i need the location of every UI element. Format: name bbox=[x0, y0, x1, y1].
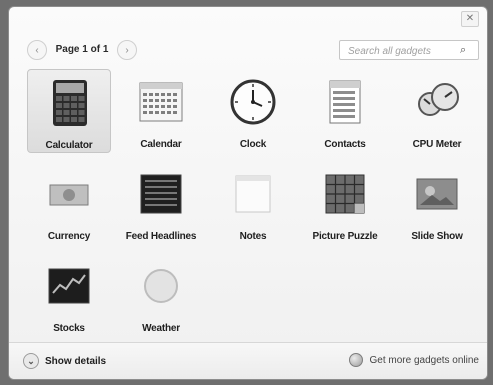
close-button[interactable]: ✕ bbox=[461, 11, 479, 27]
gadget-tile-cpu-meter[interactable]: CPU Meter bbox=[395, 69, 479, 153]
picture-puzzle-icon bbox=[325, 174, 365, 214]
gadget-tile-feed-headlines[interactable]: Feed Headlines bbox=[119, 161, 203, 245]
get-more-gadgets-link[interactable]: Get more gadgets online bbox=[349, 353, 479, 367]
gadget-label: Picture Puzzle bbox=[312, 231, 378, 242]
gadget-label: Feed Headlines bbox=[125, 231, 197, 242]
close-icon: ✕ bbox=[465, 13, 475, 24]
search-icon[interactable]: ⌕ bbox=[460, 42, 474, 58]
gadget-tile-calendar[interactable]: Calendar bbox=[119, 69, 203, 153]
gadget-tile-picture-puzzle[interactable]: Picture Puzzle bbox=[303, 161, 387, 245]
gadget-tile-currency[interactable]: Currency bbox=[27, 161, 111, 245]
currency-icon bbox=[49, 184, 89, 206]
page-label: Page 1 of 1 bbox=[55, 44, 109, 55]
gadget-label: Calendar bbox=[140, 139, 182, 150]
gadget-label: CPU Meter bbox=[412, 139, 462, 150]
calendar-icon bbox=[139, 82, 183, 122]
gadget-tile-weather[interactable]: Weather bbox=[119, 253, 203, 337]
gadget-label: Weather bbox=[142, 323, 180, 334]
chevron-down-icon: ⌄ bbox=[23, 353, 39, 369]
gadget-tile-slide-show[interactable]: Slide Show bbox=[395, 161, 479, 245]
show-details-button[interactable]: ⌄ Show details bbox=[23, 353, 106, 369]
gadget-tile-calculator[interactable]: Calculator bbox=[27, 69, 111, 153]
stocks-icon bbox=[48, 268, 90, 304]
gadget-label: Slide Show bbox=[411, 231, 463, 242]
gadget-label: Stocks bbox=[53, 323, 85, 334]
gadget-gallery-window: ✕ ‹ Page 1 of 1 › ⌕ Calc bbox=[8, 6, 488, 380]
contacts-icon bbox=[329, 80, 361, 124]
cpu-meter-icon bbox=[418, 83, 459, 116]
chevron-right-icon: › bbox=[125, 45, 129, 56]
gadget-label: Notes bbox=[239, 231, 267, 242]
feed-headlines-icon bbox=[140, 174, 182, 214]
gadget-label: Clock bbox=[239, 139, 267, 150]
gadget-tile-clock[interactable]: Clock bbox=[211, 69, 295, 153]
search-input[interactable] bbox=[346, 42, 455, 60]
gadget-label: Contacts bbox=[324, 139, 366, 150]
show-details-label: Show details bbox=[45, 355, 107, 367]
pager: ‹ Page 1 of 1 › bbox=[27, 40, 137, 60]
globe-icon bbox=[349, 353, 364, 367]
next-page-button[interactable]: › bbox=[117, 40, 137, 60]
gadget-grid: Calculator Calendar Clock Contacts CPU M… bbox=[27, 69, 482, 334]
gadget-tile-contacts[interactable]: Contacts bbox=[303, 69, 387, 153]
calculator-icon bbox=[53, 80, 87, 126]
gadget-tile-notes[interactable]: Notes bbox=[211, 161, 295, 245]
gadget-label: Calculator bbox=[45, 140, 93, 151]
slide-show-icon bbox=[416, 178, 458, 210]
gadget-tile-stocks[interactable]: Stocks bbox=[27, 253, 111, 337]
search-box: ⌕ bbox=[339, 40, 479, 60]
previous-page-button[interactable]: ‹ bbox=[27, 40, 47, 60]
footer: ⌄ Show details Get more gadgets online bbox=[9, 342, 487, 379]
gadget-label: Currency bbox=[47, 231, 91, 242]
get-more-gadgets-label: Get more gadgets online bbox=[369, 354, 479, 366]
notes-icon bbox=[235, 175, 271, 213]
clock-icon bbox=[230, 79, 276, 125]
weather-icon bbox=[144, 269, 178, 303]
chevron-left-icon: ‹ bbox=[35, 45, 39, 56]
